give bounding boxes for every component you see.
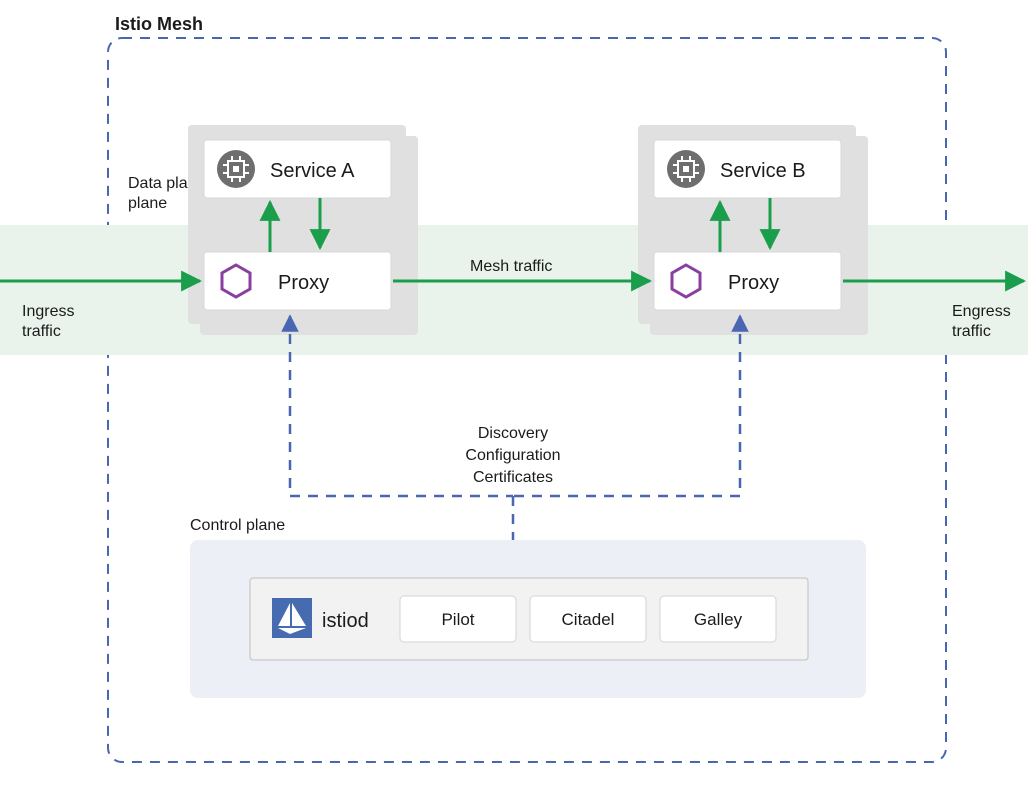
pilot-label: Pilot <box>441 610 474 629</box>
control-flow-l1: Discovery <box>478 425 548 442</box>
chip-icon <box>667 150 705 188</box>
diagram-canvas: Istio Mesh Data plane plane Service A <box>0 0 1028 792</box>
proxy-a-label: Proxy <box>278 272 329 294</box>
control-flow-l3: Certificates <box>473 469 553 486</box>
data-plane-band <box>0 225 1028 355</box>
data-plane-label-2: plane <box>128 195 167 212</box>
ingress-label-1: Ingress <box>22 303 74 320</box>
control-plane-label: Control plane <box>190 517 285 534</box>
service-b-label: Service B <box>720 160 806 182</box>
control-flow-l2: Configuration <box>465 447 560 464</box>
galley-label: Galley <box>694 610 743 629</box>
citadel-label: Citadel <box>562 610 615 629</box>
egress-label-2: traffic <box>952 323 991 340</box>
chip-icon <box>217 150 255 188</box>
service-a-label: Service A <box>270 160 355 182</box>
istio-logo-icon <box>272 598 312 638</box>
pod-a: Service A Proxy <box>188 125 418 335</box>
proxy-b-label: Proxy <box>728 272 779 294</box>
pod-b: Service B Proxy <box>638 125 868 335</box>
mesh-title: Istio Mesh <box>115 14 203 34</box>
istiod-label: istiod <box>322 610 369 632</box>
mesh-traffic-label: Mesh traffic <box>470 258 552 275</box>
egress-label-1: Engress <box>952 303 1011 320</box>
ingress-label-2: traffic <box>22 323 61 340</box>
